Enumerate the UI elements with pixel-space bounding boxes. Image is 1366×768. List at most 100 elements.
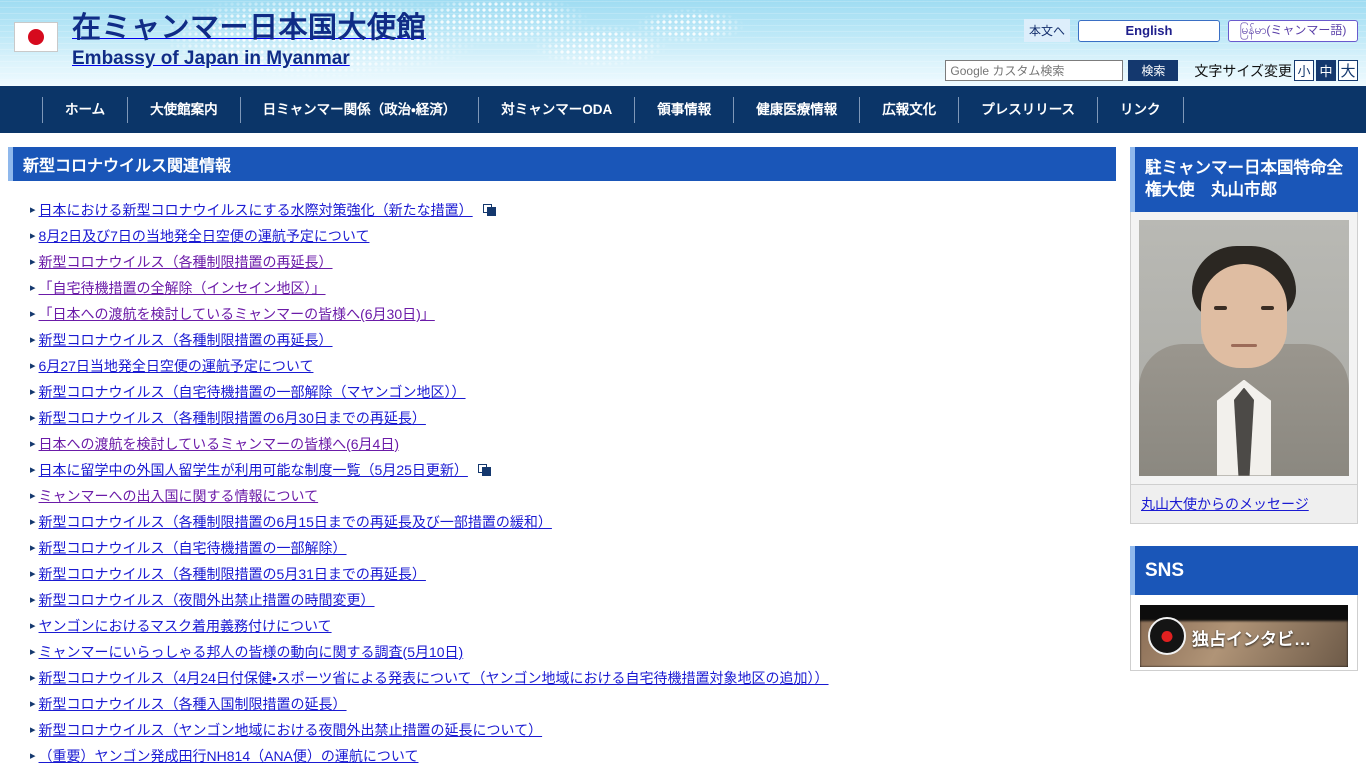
covid-link-7[interactable]: 新型コロナウイルス（自宅待機措置の一部解除（マヤンゴン地区））: [39, 382, 466, 402]
covid-link-16[interactable]: ヤンゴンにおけるマスク着用義務付けについて: [39, 616, 332, 636]
list-item: ▸ 新型コロナウイルス（各種制限措置の5月31日までの再延長）: [30, 561, 1130, 587]
bullet-arrow-icon: ▸: [30, 255, 36, 268]
list-item: ▸ 日本における新型コロナウイルスにする水際対策強化（新たな措置）: [30, 197, 1130, 223]
skip-to-content-link[interactable]: 本文へ: [1023, 19, 1070, 42]
sns-body: 独占インタビ…: [1130, 595, 1358, 672]
ambassador-photo-wrap: [1130, 211, 1358, 485]
bullet-arrow-icon: ▸: [30, 281, 36, 294]
site-title-jp: 在ミャンマー日本国大使館: [72, 12, 427, 44]
japan-flag-icon: [14, 22, 58, 52]
bullet-arrow-icon: ▸: [30, 229, 36, 242]
nav-item-5[interactable]: 健康医療情報: [733, 96, 859, 123]
list-item: ▸ ミャンマーにいらっしゃる邦人の皆様の動向に関する調査(5月10日): [30, 639, 1130, 665]
covid-link-9[interactable]: 日本への渡航を検討しているミャンマーの皆様へ(6月4日): [39, 434, 399, 454]
main-content: 新型コロナウイルス関連情報 ▸ 日本における新型コロナウイルスにする水際対策強化（…: [0, 133, 1130, 768]
bullet-arrow-icon: ▸: [30, 567, 36, 580]
covid-link-0[interactable]: 日本における新型コロナウイルスにする水際対策強化（新たな措置）: [39, 200, 473, 220]
covid-link-list: ▸ 日本における新型コロナウイルスにする水際対策強化（新たな措置） ▸ 8月2日及び7…: [30, 197, 1130, 768]
list-item: ▸ 新型コロナウイルス（各種制限措置の6月15日までの再延長及び一部措置の緩和）: [30, 509, 1130, 535]
sns-video-thumbnail[interactable]: 独占インタビ…: [1140, 605, 1348, 668]
site-header: 在ミャンマー日本国大使館 Embassy of Japan in Myanmar…: [0, 0, 1366, 86]
list-item: ▸ 新型コロナウイルス（ヤンゴン地域における夜間外出禁止措置の延長について）: [30, 717, 1130, 743]
nav-item-2[interactable]: 日ミャンマー関係（政治・経済）: [239, 96, 479, 123]
ambassador-box: 駐ミャンマー日本国特命全権大使 丸山市郎 丸山大使からのメッセージ: [1130, 147, 1358, 524]
list-item: ▸ 新型コロナウイルス（各種入国制限措置の延長）: [30, 691, 1130, 717]
list-item: ▸ 6月27日当地発全日空便の運航予定について: [30, 353, 1130, 379]
list-item: ▸ ミャンマーへの出入国に関する情報について: [30, 483, 1130, 509]
bullet-arrow-icon: ▸: [30, 619, 36, 632]
bullet-arrow-icon: ▸: [30, 723, 36, 736]
list-item: ▸ 新型コロナウイルス（4月24日付保健・スポーツ省による発表について（ヤンゴン地…: [30, 665, 1130, 691]
list-item: ▸ 新型コロナウイルス（自宅待機措置の一部解除）: [30, 535, 1130, 561]
sns-title: SNS: [1130, 545, 1358, 596]
covid-link-21[interactable]: （重要）ヤンゴン発成田行NH814（ANA便）の運航について: [39, 746, 419, 766]
list-item: ▸ 新型コロナウイルス（各種制限措置の再延長）: [30, 249, 1130, 275]
bullet-arrow-icon: ▸: [30, 489, 36, 502]
ambassador-message-wrap: 丸山大使からのメッセージ: [1130, 484, 1358, 524]
language-myanmar-button[interactable]: မြန်မာ(ミャンマー語): [1228, 19, 1358, 42]
search-button[interactable]: 検索: [1128, 60, 1179, 81]
bullet-arrow-icon: ▸: [30, 541, 36, 554]
bullet-arrow-icon: ▸: [30, 463, 36, 476]
covid-link-3[interactable]: 「自宅待機措置の全解除（インセイン地区）」: [39, 278, 326, 298]
site-title-en: Embassy of Japan in Myanmar: [72, 48, 350, 69]
header-top-controls: 本文へ English မြန်မာ(ミャンマー語): [1023, 19, 1358, 42]
covid-link-19[interactable]: 新型コロナウイルス（各種入国制限措置の延長）: [39, 694, 347, 714]
covid-link-4[interactable]: 「日本への渡航を検討しているミャンマーの皆様へ(6月30日)」: [39, 304, 435, 324]
covid-link-1[interactable]: 8月2日及び7日の当地発全日空便の運航予定について: [39, 226, 370, 246]
ambassador-message-link[interactable]: 丸山大使からのメッセージ: [1141, 496, 1309, 512]
bullet-arrow-icon: ▸: [30, 385, 36, 398]
font-size-small-button[interactable]: 小: [1294, 60, 1314, 81]
external-link-icon: [482, 204, 496, 216]
covid-link-13[interactable]: 新型コロナウイルス（自宅待機措置の一部解除）: [39, 538, 347, 558]
covid-link-14[interactable]: 新型コロナウイルス（各種制限措置の5月31日までの再延長）: [39, 564, 426, 584]
covid-link-15[interactable]: 新型コロナウイルス（夜間外出禁止措置の時間変更）: [39, 590, 375, 610]
covid-link-18[interactable]: 新型コロナウイルス（4月24日付保健・スポーツ省による発表について（ヤンゴン地域…: [39, 668, 829, 688]
search-input[interactable]: [945, 60, 1124, 81]
page-body: 新型コロナウイルス関連情報 ▸ 日本における新型コロナウイルスにする水際対策強化（…: [0, 133, 1366, 768]
nav-item-6[interactable]: 広報文化: [859, 96, 958, 123]
nav-item-0[interactable]: ホーム: [42, 96, 127, 123]
font-size-label: 文字サイズ変更: [1194, 62, 1292, 79]
covid-link-10[interactable]: 日本に留学中の外国人留学生が利用可能な制度一覧（5月25日更新）: [39, 460, 468, 480]
covid-link-6[interactable]: 6月27日当地発全日空便の運航予定について: [39, 356, 314, 376]
list-item: ▸ 新型コロナウイルス（自宅待機措置の一部解除（マヤンゴン地区））: [30, 379, 1130, 405]
nav-item-7[interactable]: プレスリリース: [958, 96, 1097, 123]
covid-link-2[interactable]: 新型コロナウイルス（各種制限措置の再延長）: [39, 252, 333, 272]
font-size-large-button[interactable]: 大: [1338, 60, 1358, 81]
covid-link-5[interactable]: 新型コロナウイルス（各種制限措置の再延長）: [39, 330, 333, 350]
bullet-arrow-icon: ▸: [30, 515, 36, 528]
list-item: ▸ 日本に留学中の外国人留学生が利用可能な制度一覧（5月25日更新）: [30, 457, 1130, 483]
list-item: ▸ ヤンゴンにおけるマスク着用義務付けについて: [30, 613, 1130, 639]
nav-item-8[interactable]: リンク: [1097, 96, 1184, 123]
nav-item-1[interactable]: 大使館案内: [127, 96, 240, 123]
site-logo-link[interactable]: 在ミャンマー日本国大使館 Embassy of Japan in Myanmar: [14, 14, 426, 68]
covid-link-11[interactable]: ミャンマーへの出入国に関する情報について: [39, 486, 319, 506]
nav-item-4[interactable]: 領事情報: [634, 96, 733, 123]
ambassador-title: 駐ミャンマー日本国特命全権大使 丸山市郎: [1130, 147, 1358, 212]
bullet-arrow-icon: ▸: [30, 645, 36, 658]
bullet-arrow-icon: ▸: [30, 593, 36, 606]
covid-link-17[interactable]: ミャンマーにいらっしゃる邦人の皆様の動向に関する調査(5月10日): [39, 642, 464, 662]
list-item: ▸ 「日本への渡航を検討しているミャンマーの皆様へ(6月30日)」: [30, 301, 1130, 327]
broadcaster-logo-icon: [1148, 617, 1186, 656]
main-navigation: ホーム 大使館案内 日ミャンマー関係（政治・経済） 対ミャンマーODA 領事情報 健康医療…: [0, 86, 1366, 133]
list-item: ▸ 日本への渡航を検討しているミャンマーの皆様へ(6月4日): [30, 431, 1130, 457]
covid-link-20[interactable]: 新型コロナウイルス（ヤンゴン地域における夜間外出禁止措置の延長について）: [39, 720, 543, 740]
covid-link-8[interactable]: 新型コロナウイルス（各種制限措置の6月30日までの再延長）: [39, 408, 426, 428]
list-item: ▸ 新型コロナウイルス（各種制限措置の6月30日までの再延長）: [30, 405, 1130, 431]
font-size-medium-button[interactable]: 中: [1316, 60, 1336, 81]
list-item: ▸ 新型コロナウイルス（各種制限措置の再延長）: [30, 327, 1130, 353]
language-english-button[interactable]: English: [1078, 19, 1220, 42]
bullet-arrow-icon: ▸: [30, 749, 36, 762]
bullet-arrow-icon: ▸: [30, 437, 36, 450]
bullet-arrow-icon: ▸: [30, 697, 36, 710]
page-title: 新型コロナウイルス関連情報: [8, 147, 1116, 181]
header-search-controls: 検索 文字サイズ変更 小 中 大: [945, 60, 1358, 81]
list-item: ▸ （重要）ヤンゴン発成田行NH814（ANA便）の運航について: [30, 743, 1130, 768]
covid-link-12[interactable]: 新型コロナウイルス（各種制限措置の6月15日までの再延長及び一部措置の緩和）: [39, 512, 552, 532]
bullet-arrow-icon: ▸: [30, 411, 36, 424]
ambassador-portrait-image: [1139, 219, 1349, 476]
list-item: ▸ 新型コロナウイルス（夜間外出禁止措置の時間変更）: [30, 587, 1130, 613]
nav-item-3[interactable]: 対ミャンマーODA: [478, 96, 634, 123]
